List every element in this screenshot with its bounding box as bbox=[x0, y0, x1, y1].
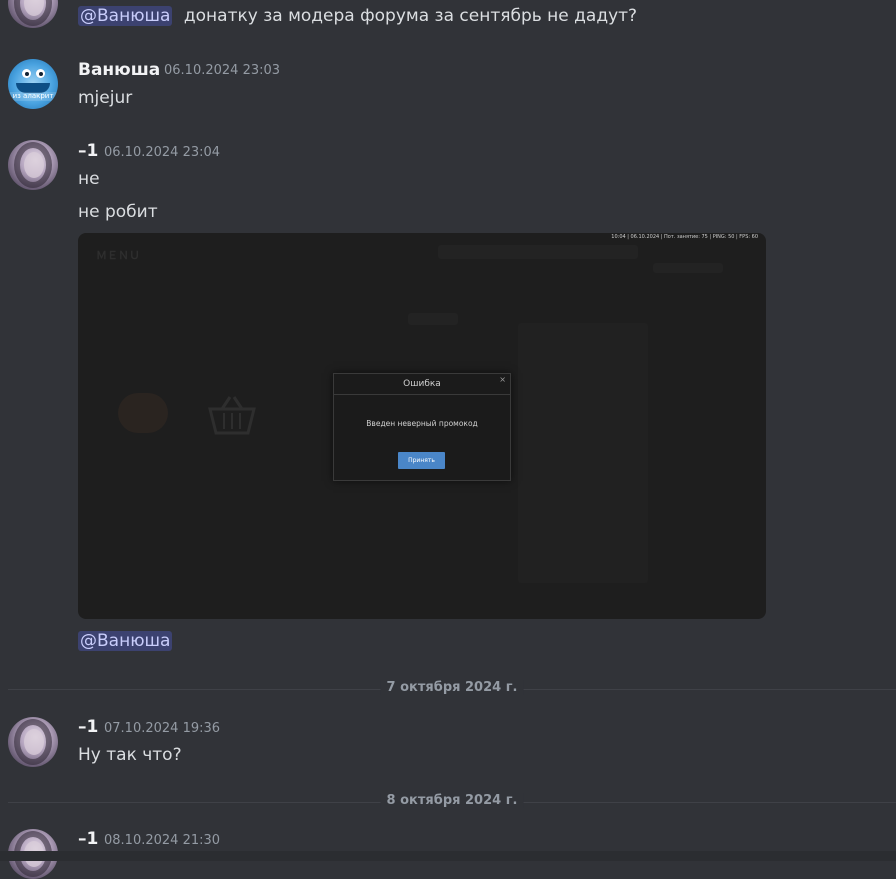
message-text: не робит bbox=[78, 202, 158, 222]
message-text: не bbox=[78, 169, 100, 189]
timestamp: 06.10.2024 23:03 bbox=[164, 63, 281, 78]
date-divider-label: 8 октября 2024 г. bbox=[380, 793, 524, 808]
timestamp: 07.10.2024 19:36 bbox=[104, 721, 221, 736]
message-text: mjejur bbox=[78, 88, 133, 108]
ghost-panel bbox=[518, 323, 648, 583]
basket-icon bbox=[208, 396, 256, 435]
avatar-user1[interactable] bbox=[8, 717, 58, 767]
dialog-message: Введен неверный промокод bbox=[366, 419, 478, 428]
date-divider: 8 октября 2024 г. bbox=[8, 793, 896, 808]
composer-edge bbox=[0, 851, 896, 861]
username-user1[interactable]: –1 bbox=[78, 141, 98, 161]
timestamp: 08.10.2024 21:30 bbox=[104, 833, 221, 848]
ghost-header bbox=[408, 313, 458, 325]
mention-vanyusha[interactable]: @Ванюша bbox=[78, 6, 173, 26]
accept-button[interactable]: Принять bbox=[398, 452, 445, 469]
date-divider-label: 7 октября 2024 г. bbox=[380, 680, 524, 695]
timestamp: 06.10.2024 23:04 bbox=[104, 145, 221, 160]
dialog-divider bbox=[334, 394, 510, 395]
ghost-item bbox=[118, 393, 168, 433]
image-attachment[interactable]: 10:04 | 06.10.2024 | Пот. занятие: 75 | … bbox=[78, 233, 766, 619]
dialog-title: Ошибка bbox=[403, 379, 441, 389]
game-hud-text: 10:04 | 06.10.2024 | Пот. занятие: 75 | … bbox=[611, 234, 758, 240]
avatar-user1[interactable] bbox=[8, 140, 58, 190]
username-user1[interactable]: –1 bbox=[78, 829, 98, 849]
ghost-nav bbox=[438, 245, 638, 259]
message-text: донатку за модера форума за сентябрь не … bbox=[183, 6, 638, 26]
date-divider: 7 октября 2024 г. bbox=[8, 680, 896, 695]
avatar-vanyusha[interactable]: из алакрит bbox=[8, 59, 58, 109]
message-mention: @Ванюша bbox=[78, 631, 173, 651]
error-dialog: Ошибка × Введен неверный промокод Принят… bbox=[333, 373, 511, 481]
ghost-button bbox=[653, 263, 723, 273]
ghost-logo: ＭＥＮＵ bbox=[96, 249, 140, 262]
mention-vanyusha[interactable]: @Ванюша bbox=[78, 631, 173, 651]
username-vanyusha[interactable]: Ванюша bbox=[78, 60, 160, 80]
username-user1[interactable]: –1 bbox=[78, 717, 98, 737]
close-icon[interactable]: × bbox=[499, 375, 506, 384]
avatar-caption: из алакрит bbox=[8, 92, 58, 101]
avatar-user1-top[interactable] bbox=[8, 0, 58, 28]
message-top: @Ванюша донатку за модера форума за сент… bbox=[78, 6, 637, 26]
message-text: Ну так что? bbox=[78, 745, 182, 765]
